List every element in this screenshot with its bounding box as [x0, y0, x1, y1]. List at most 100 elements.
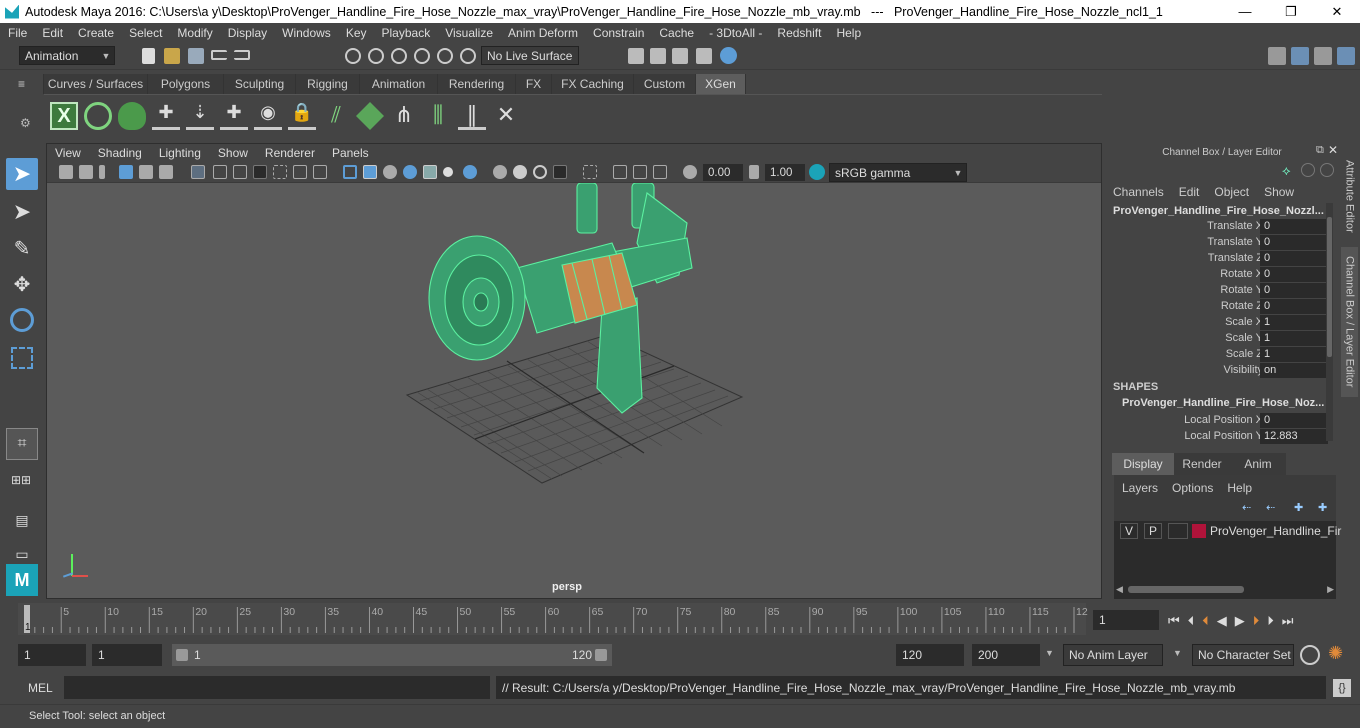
smooth-shade-icon[interactable]	[363, 165, 377, 179]
layer-menu-help[interactable]: Help	[1222, 481, 1261, 495]
close-window-button[interactable]: ✕	[1314, 0, 1360, 23]
live-surface-field[interactable]: No Live Surface	[481, 46, 579, 65]
color-space-dropdown[interactable]: sRGB gamma ▼	[829, 163, 967, 182]
camera-attributes-icon[interactable]	[79, 165, 93, 179]
viewport-menu-show[interactable]: Show	[210, 146, 257, 160]
channel-row[interactable]: Translate X0	[1106, 219, 1338, 235]
play-forward-icon[interactable]: ▶	[1235, 613, 1245, 629]
channel-row[interactable]: Rotate Y0	[1106, 283, 1338, 299]
menu-modify[interactable]: Modify	[169, 26, 219, 40]
channel-row[interactable]: Rotate X0	[1106, 267, 1338, 283]
channel-row[interactable]: Local Position Y 12.883	[1106, 429, 1338, 445]
outliner-toggle-icon[interactable]	[1291, 47, 1309, 65]
redo-icon[interactable]	[234, 50, 250, 60]
layer-visibility-toggle[interactable]: V	[1120, 523, 1138, 539]
depth-of-field-icon[interactable]	[553, 165, 567, 179]
save-scene-icon[interactable]	[188, 48, 204, 64]
channel-row[interactable]: Scale X1	[1106, 315, 1338, 331]
scene-view[interactable]	[47, 183, 1101, 598]
exposure-icon[interactable]	[683, 165, 697, 179]
script-language-label[interactable]: MEL	[28, 681, 53, 695]
shadows-icon[interactable]	[463, 165, 477, 179]
move-layer-down-icon[interactable]: ⇠	[1266, 501, 1275, 514]
paint-select-tool-icon[interactable]: ✎	[6, 232, 38, 264]
animation-preferences-icon[interactable]: ✺	[1328, 643, 1343, 664]
exposure-field[interactable]: 0.00	[703, 164, 743, 181]
splines-icon[interactable]: ∥	[458, 102, 486, 130]
tab-channel-box-layer-editor[interactable]: Channel Box / Layer Editor	[1341, 247, 1358, 397]
tab-curves-surfaces[interactable]: Curves / Surfaces	[44, 74, 148, 94]
layer-tab-display[interactable]: Display	[1112, 453, 1174, 475]
single-perspective-layout-icon[interactable]: ⌗	[6, 428, 38, 460]
image-plane-icon[interactable]	[119, 165, 133, 179]
render-view-icon[interactable]	[696, 48, 712, 64]
undo-icon[interactable]	[211, 50, 227, 60]
layer-color-swatch[interactable]	[1192, 524, 1206, 538]
playback-start-field[interactable]: 1	[92, 644, 162, 666]
xray-active-icon[interactable]	[633, 165, 647, 179]
move-tool-icon[interactable]: ✥	[6, 268, 38, 300]
channel-value-field[interactable]: 1	[1260, 347, 1328, 362]
anim-layer-dropdown[interactable]: No Anim Layer	[1063, 644, 1163, 666]
menu-display[interactable]: Display	[220, 26, 274, 40]
node-icon[interactable]: ⟡	[1282, 163, 1296, 178]
channel-value-field[interactable]: 0	[1260, 219, 1328, 234]
open-scene-icon[interactable]	[164, 48, 180, 64]
channel-value-field[interactable]: 12.883	[1260, 429, 1328, 444]
channel-value-field[interactable]: 1	[1260, 315, 1328, 330]
menu-edit[interactable]: Edit	[34, 26, 70, 40]
viewport-panel[interactable]: View Shading Lighting Show Renderer Pane…	[46, 143, 1102, 599]
viewport-menu-shading[interactable]: Shading	[90, 146, 151, 160]
script-editor-icon[interactable]: {}	[1333, 679, 1351, 697]
lasso-tool-icon[interactable]: ➤	[6, 196, 38, 228]
render-frame-icon[interactable]	[650, 48, 666, 64]
channel-value-field[interactable]: 0	[1260, 251, 1328, 266]
select-hierarchy-icon[interactable]	[345, 48, 361, 64]
shape-node-name[interactable]: ProVenger_Handline_Fire_Hose_Noz...	[1122, 397, 1324, 409]
tab-polygons[interactable]: Polygons	[148, 74, 224, 94]
attribute-toggle-icon[interactable]	[1314, 47, 1332, 65]
move-layer-up-icon[interactable]: ⇠	[1242, 501, 1251, 514]
anti-aliasing-icon[interactable]	[533, 165, 547, 179]
menu-anim-deform[interactable]: Anim Deform	[500, 26, 585, 40]
cb-menu-show[interactable]: Show	[1259, 185, 1304, 201]
place-guide-icon[interactable]: ⇣	[186, 102, 214, 130]
tab-rendering[interactable]: Rendering	[438, 74, 516, 94]
grease-pencil-icon[interactable]	[159, 165, 173, 179]
menu-help[interactable]: Help	[828, 26, 868, 40]
xray-joints-icon[interactable]	[613, 165, 627, 179]
guide-visibility-icon[interactable]: ◉	[254, 102, 282, 130]
channel-row[interactable]: Translate Y0	[1106, 235, 1338, 251]
curves-to-guides-icon[interactable]: ⋔	[390, 102, 418, 130]
select-component-icon[interactable]	[391, 48, 407, 64]
film-gate-icon[interactable]	[213, 165, 227, 179]
search-channel-icon[interactable]	[1301, 163, 1315, 177]
chevron-down-icon[interactable]: ▼	[1045, 648, 1054, 658]
gate-mask-icon[interactable]	[253, 165, 267, 179]
safe-action-icon[interactable]	[293, 165, 307, 179]
tab-xgen[interactable]: XGen	[696, 74, 746, 94]
tab-rigging[interactable]: Rigging	[296, 74, 360, 94]
command-input[interactable]	[64, 676, 490, 699]
menu-3dtoall[interactable]: - 3DtoAll -	[701, 26, 769, 40]
safe-title-icon[interactable]	[313, 165, 327, 179]
menu-windows[interactable]: Windows	[274, 26, 338, 40]
layer-tab-anim[interactable]: Anim	[1230, 453, 1286, 475]
render-settings-icon[interactable]	[628, 48, 644, 64]
channel-value-field[interactable]: 1	[1260, 331, 1328, 346]
step-back-frame-icon[interactable]: ⏴	[1188, 613, 1195, 629]
bookmark-icon[interactable]	[99, 165, 105, 179]
snap-curve-icon[interactable]	[437, 48, 453, 64]
playback-end-field[interactable]: 120	[896, 644, 964, 666]
wireframe-icon[interactable]	[343, 165, 357, 179]
channel-value-field[interactable]: 0	[1260, 283, 1328, 298]
timeline-ruler[interactable]: 5 10 15 20 25 30 35 40 45 50 55 60 65 70 75 80 85 90 95 100…	[18, 603, 1088, 635]
float-panel-icon[interactable]: ⧉	[1316, 144, 1324, 157]
viewport-menu-view[interactable]: View	[47, 146, 90, 160]
viewport-menu-renderer[interactable]: Renderer	[257, 146, 324, 160]
menu-set-dropdown[interactable]: Animation ▼	[19, 46, 115, 65]
channel-scrollbar[interactable]	[1326, 203, 1333, 441]
menu-cache[interactable]: Cache	[651, 26, 701, 40]
gamma-icon[interactable]	[749, 165, 759, 179]
range-start-handle[interactable]	[176, 649, 188, 661]
